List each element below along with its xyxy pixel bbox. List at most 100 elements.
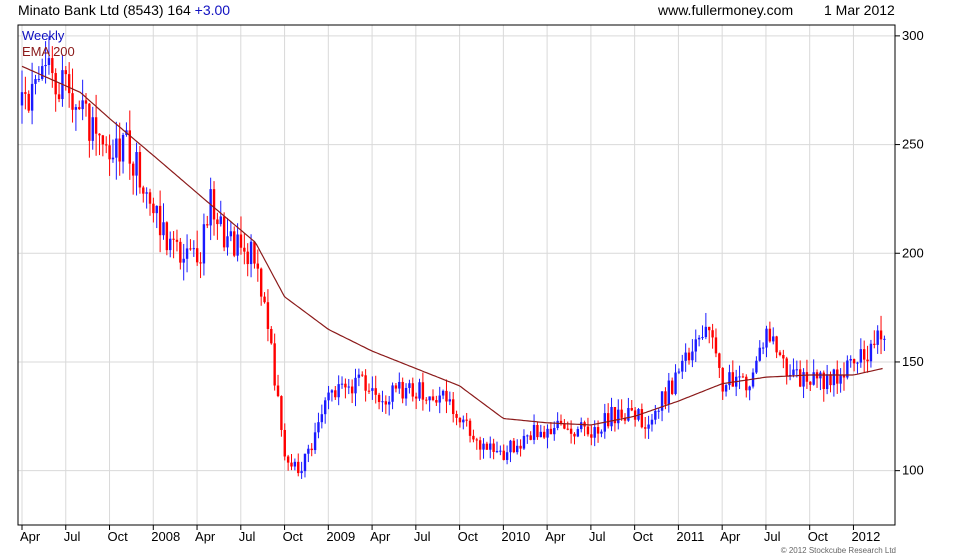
candle-body: [414, 396, 418, 399]
candle-body: [158, 205, 162, 236]
candle-body: [155, 205, 158, 214]
candle-body: [724, 385, 728, 392]
candle-body: [677, 371, 681, 373]
candle-body: [317, 422, 320, 433]
candle-body: [580, 422, 583, 430]
candle-body: [657, 410, 660, 412]
candle-body: [266, 302, 270, 329]
candle-body: [115, 138, 118, 158]
candle-body: [812, 372, 815, 385]
candle-body: [536, 424, 539, 438]
candle-body: [667, 380, 671, 405]
candle-body: [411, 383, 414, 397]
candle-body: [418, 382, 421, 399]
y-tick-label: 150: [902, 354, 924, 369]
candle-body: [569, 428, 573, 434]
candle-body: [330, 390, 334, 393]
x-axis: Apr Jul Oct 2008 Apr Jul Oct 2009 Apr Jul Oct 2010 A…: [20, 525, 880, 544]
candle-body: [131, 163, 135, 176]
candle-body: [620, 409, 623, 418]
candle-body: [202, 224, 206, 264]
candle-body: [179, 241, 182, 263]
candlestick-series: [20, 36, 886, 479]
candle-body: [441, 390, 445, 396]
candle-body: [243, 247, 246, 252]
x-tick-label: 2008: [151, 529, 180, 544]
candle-body: [825, 374, 829, 390]
candle-body: [310, 448, 313, 451]
x-tick-label: Jul: [239, 529, 256, 544]
candle-body: [782, 355, 785, 359]
candle-body: [556, 420, 559, 429]
candle-body: [566, 428, 569, 430]
candle-body: [71, 93, 74, 110]
candle-body: [839, 374, 842, 384]
candle-body: [478, 440, 482, 450]
x-tick-label: Oct: [108, 529, 129, 544]
candle-body: [307, 448, 310, 454]
candle-body: [145, 192, 148, 194]
y-tick-label: 250: [902, 137, 924, 152]
candle-body: [276, 385, 280, 397]
candle-body: [377, 394, 381, 403]
candle-body: [367, 390, 371, 392]
candle-body: [573, 433, 576, 437]
candle-body: [452, 399, 455, 415]
candle-body: [542, 431, 546, 438]
candle-body: [165, 222, 169, 251]
candle-body: [293, 461, 297, 467]
candle-body: [212, 189, 216, 220]
candle-body: [765, 328, 768, 348]
candle-body: [249, 241, 253, 265]
candle-body: [320, 414, 324, 423]
candle-body: [856, 362, 859, 364]
candle-body: [509, 440, 512, 453]
candle-body: [445, 390, 448, 402]
candle-body: [94, 117, 98, 134]
candle-body: [41, 66, 44, 79]
candle-body: [731, 372, 735, 387]
candle-body: [280, 396, 283, 430]
candle-body: [775, 336, 778, 353]
candle-body: [64, 70, 67, 75]
candle-body: [802, 372, 805, 387]
candle-body: [505, 452, 509, 460]
candle-body: [499, 450, 502, 452]
candle-body: [371, 388, 374, 391]
plot-frame: [17, 24, 896, 526]
candle-body: [465, 419, 468, 421]
candle-body: [182, 258, 185, 263]
candle-body: [772, 336, 775, 342]
candle-body: [495, 451, 499, 453]
candle-body: [627, 408, 630, 421]
x-tick-label: 2011: [676, 529, 704, 544]
candle-body: [47, 58, 51, 65]
x-tick-label: 2009: [326, 529, 355, 544]
candle-body: [755, 360, 758, 373]
candle-body: [532, 424, 536, 440]
candle-body: [175, 239, 179, 242]
candle-body: [384, 401, 388, 405]
candle-body: [805, 372, 809, 382]
candle-body: [741, 376, 745, 378]
candle-body: [239, 234, 243, 248]
candle-body: [121, 134, 125, 162]
candle-body: [374, 388, 377, 395]
candle-body: [192, 248, 196, 250]
candle-body: [633, 410, 637, 420]
candle-body: [701, 337, 704, 339]
candle-body: [142, 187, 145, 194]
chart-grid: [18, 25, 895, 525]
candle-body: [111, 157, 115, 160]
candle-body: [660, 391, 664, 411]
candle-body: [347, 386, 350, 388]
candle-body: [148, 192, 152, 204]
candle-body: [691, 351, 694, 361]
candle-body: [350, 386, 354, 394]
candle-body: [408, 383, 411, 388]
candle-body: [785, 358, 788, 376]
candle-body: [798, 369, 802, 387]
candle-body: [253, 241, 256, 264]
candle-body: [714, 337, 718, 354]
candle-body: [549, 428, 553, 435]
